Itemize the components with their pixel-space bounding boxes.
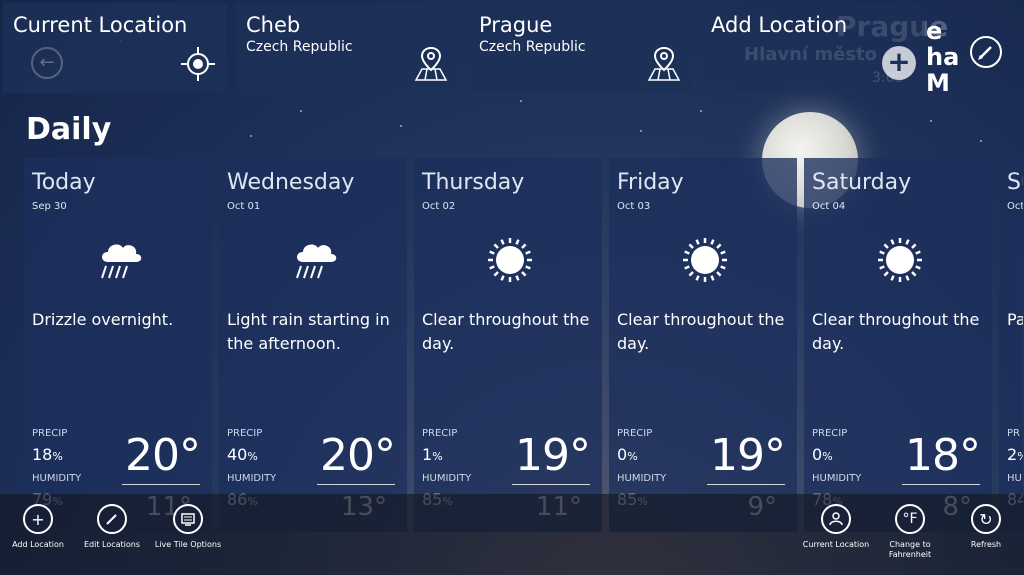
plus-icon: + [23, 504, 53, 534]
location-bar: Current Location ← Cheb Czech Republic P… [0, 0, 1024, 96]
sun-icon [679, 234, 731, 286]
day-date: Oct 02 [422, 201, 456, 212]
day-name: Su [1007, 170, 1023, 195]
day-card[interactable]: Thursday Oct 02 Clear throughout the day. P… [414, 158, 602, 532]
day-card[interactable]: Today Sep 30 Drizzle overnight. PRECIP 18% HU… [24, 158, 212, 532]
precip-value: 1% [422, 445, 443, 464]
location-name: Add Location [711, 13, 848, 37]
precip-label: PRECIP [422, 428, 458, 439]
day-card[interactable]: Friday Oct 03 Clear throughout the day. PRE… [609, 158, 797, 532]
app-bar: + Add Location Edit Locations Live Tile … [0, 494, 1024, 575]
high-temp: 20° [125, 430, 201, 481]
person-pin-icon [821, 504, 851, 534]
temp-divider [707, 484, 785, 485]
precip-label: PRECIP [227, 428, 263, 439]
humidity-label: HUMIDITY [617, 473, 667, 484]
precip-label: PRECIP [617, 428, 653, 439]
map-pin-icon [414, 46, 448, 81]
section-title: Daily [26, 112, 112, 147]
location-tile-prague[interactable]: Prague Czech Republic [469, 3, 693, 93]
precip-value: 40% [227, 445, 258, 464]
precip-value: 2% [1007, 445, 1023, 464]
precip-label: PRECIP [812, 428, 848, 439]
location-name: Cheb [246, 13, 301, 37]
day-card[interactable]: Wednesday Oct 01 Light rain starting in th… [219, 158, 407, 532]
precip-value: 18% [32, 445, 63, 464]
button-label: Current Location [802, 540, 870, 549]
day-name: Today [32, 170, 96, 195]
tile-icon [173, 504, 203, 534]
humidity-label: HUMIDITY [812, 473, 862, 484]
day-summary: Drizzle overnight. [32, 310, 174, 329]
humidity-label: HUMIDITY [227, 473, 277, 484]
high-temp: 20° [320, 430, 396, 481]
location-tile-current[interactable]: Current Location ← [3, 3, 227, 93]
refresh-icon: ↻ [971, 504, 1001, 534]
day-summary: Pa aft [1007, 310, 1023, 329]
day-date: Oct 04 [812, 201, 846, 212]
current-location-button[interactable]: Current Location [796, 504, 876, 550]
day-summary: Clear throughout the day. [812, 310, 980, 353]
map-pin-icon [647, 46, 681, 81]
button-label: Edit Locations [83, 540, 141, 549]
rain-cloud-icon [94, 234, 146, 286]
crosshair-icon [181, 47, 215, 81]
high-temp: 19° [515, 430, 591, 481]
day-date: Oct 03 [617, 201, 651, 212]
humidity-label: HUMIDITY [32, 473, 82, 484]
precip-value: 0% [617, 445, 638, 464]
day-name: Saturday [812, 170, 912, 195]
day-date: Oct 01 [227, 201, 261, 212]
day-date: Sep 30 [32, 201, 67, 212]
day-card[interactable]: SuOctPa aftPR2%HU84% [999, 158, 1023, 532]
humidity-label: HUMIDITY [422, 473, 472, 484]
edit-locations-button[interactable]: Edit Locations [72, 504, 152, 550]
location-name: Prague [479, 13, 553, 37]
edit-pencil-icon[interactable] [970, 36, 1002, 68]
button-label: Change to Fahrenheit [888, 540, 932, 559]
day-date: Oct [1007, 201, 1023, 212]
location-name: Current Location [13, 13, 188, 37]
day-summary: Clear throughout the day. [422, 310, 590, 353]
button-label: Add Location [12, 540, 64, 549]
sun-icon [484, 234, 536, 286]
button-label: Live Tile Options [154, 540, 222, 549]
humidity-label: HU [1007, 473, 1022, 484]
live-tile-options-button[interactable]: Live Tile Options [148, 504, 228, 550]
sun-icon [874, 234, 926, 286]
fahrenheit-icon: °F [895, 504, 925, 534]
temp-divider [902, 484, 980, 485]
precip-label: PRECIP [32, 428, 68, 439]
precip-value: 0% [812, 445, 833, 464]
temp-divider [317, 484, 395, 485]
temp-divider [122, 484, 200, 485]
high-temp: 19° [710, 430, 786, 481]
location-tile-cheb[interactable]: Cheb Czech Republic [236, 3, 460, 93]
plus-icon[interactable]: + [882, 46, 916, 80]
back-arrow-icon[interactable]: ← [31, 47, 63, 79]
pencil-icon [97, 504, 127, 534]
button-label: Refresh [970, 540, 1002, 549]
day-card[interactable]: Saturday Oct 04 Clear throughout the day. P… [804, 158, 992, 532]
day-summary: Light rain starting in the afternoon. [227, 310, 390, 353]
precip-label: PR [1007, 428, 1020, 439]
high-temp: 18° [905, 430, 981, 481]
day-name: Wednesday [227, 170, 355, 195]
refresh-button[interactable]: ↻ Refresh [946, 504, 1024, 550]
day-summary: Clear throughout the day. [617, 310, 785, 353]
add-location-button[interactable]: + Add Location [0, 504, 78, 550]
rain-cloud-icon [289, 234, 341, 286]
day-name: Thursday [422, 170, 525, 195]
day-name: Friday [617, 170, 684, 195]
temp-divider [512, 484, 590, 485]
change-to-fahrenheit-button[interactable]: °F Change to Fahrenheit [870, 504, 950, 560]
